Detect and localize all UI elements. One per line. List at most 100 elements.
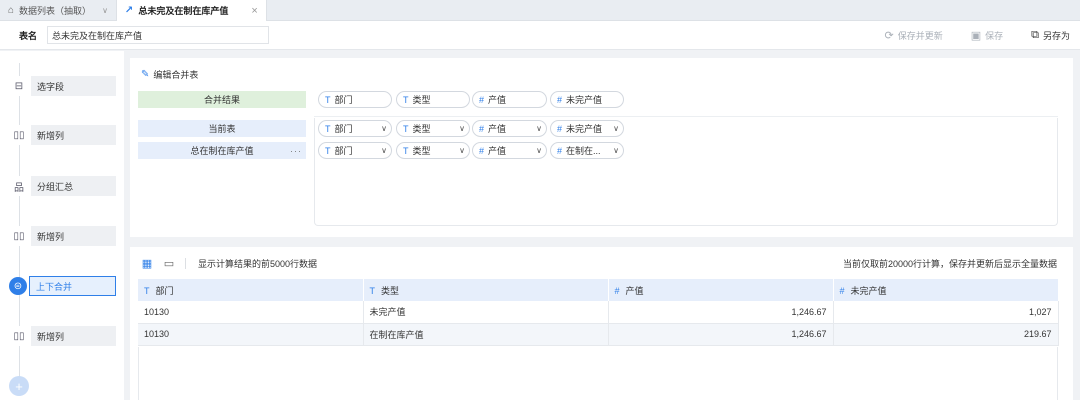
text-type-icon: T [403,123,409,134]
scrollbar[interactable] [1074,50,1080,400]
toolbar: ⟳ 保存并更新 ▣ 保存 ⧉ 另存为 [856,21,1070,50]
add-column-icon: ▯▯ [9,226,29,246]
divider [185,258,186,269]
number-type-icon: # [839,285,845,296]
add-step-button[interactable]: + [9,376,29,396]
number-type-icon: # [479,94,485,105]
field-select[interactable]: # 产值 ∨ [472,142,547,159]
data-preview-panel: ▦ ▭ 显示计算结果的前5000行数据 当前仅取前20000行计算，保存并更新后… [130,247,1073,400]
edit-merge-table-link[interactable]: ✎ 编辑合并表 [141,68,198,81]
text-type-icon: T [325,123,331,134]
field-select[interactable]: # 未完产值 ∨ [550,120,624,137]
field-select[interactable]: T 部门 ∨ [318,142,392,159]
merge-table-wip-stock[interactable]: 总在制在库产值 ··· [138,142,306,159]
preview-info: 显示计算结果的前5000行数据 [198,259,318,269]
save-update-icon: ⟳ [884,30,894,42]
table-row: 10130 未完产值 1,246.67 1,027 [138,301,1059,324]
table-cell: 10130 [138,323,364,346]
chevron-down-icon: ∨ [381,124,387,133]
chevron-down-icon: ∨ [381,146,387,155]
divider [314,116,1058,117]
step-add-column[interactable]: ▯▯ 新增列 [9,326,116,346]
column-header[interactable]: T 类型 [363,279,609,301]
table-view-icon[interactable]: ▦ [141,258,153,270]
field-select[interactable]: # 在制在... ∨ [550,142,624,159]
tab-current-table[interactable]: ↗ 总未完及在制在库产值 × [115,0,267,21]
preview-note: 当前仅取前20000行计算，保存并更新后显示全量数据 [842,259,1057,269]
step-label: 新增列 [31,226,116,246]
tab-bar: ⌂ 数据列表（抽取） ∨ ↗ 总未完及在制在库产值 × [0,0,1080,21]
result-field-chip: # 产值 [472,91,547,108]
merge-table-current[interactable]: 当前表 [138,120,306,137]
detail-view-icon[interactable]: ▭ [163,258,175,270]
field-select[interactable]: T 部门 ∨ [318,120,392,137]
select-field-icon: ⊟ [9,76,29,96]
preview-toolbar: ▦ ▭ 显示计算结果的前5000行数据 当前仅取前20000行计算，保存并更新后… [130,247,1073,280]
tab-label: 数据列表（抽取） [19,6,92,16]
text-type-icon: T [369,285,376,296]
tab-label: 总未完及在制在库产值 [138,6,229,16]
step-add-column[interactable]: ▯▯ 新增列 [9,125,116,145]
more-icon[interactable]: ··· [290,146,302,156]
merge-config-panel: ✎ 编辑合并表 合并结果 T 部门 T 类型 # 产值 # 未完产值 当前表 T… [130,58,1073,237]
pencil-icon: ✎ [141,69,150,80]
save-as-icon: ⧉ [1031,29,1039,41]
table-cell: 219.67 [833,323,1059,346]
merge-result-label: 合并结果 [138,91,306,108]
step-select-field[interactable]: ⊟ 选字段 [9,76,116,96]
chevron-down-icon[interactable]: ∨ [102,6,108,15]
field-select[interactable]: T 类型 ∨ [396,120,470,137]
table-name-input[interactable] [47,26,269,44]
result-field-chip: # 未完产值 [550,91,624,108]
result-field-chip: T 部门 [318,91,392,108]
close-icon[interactable]: × [251,5,257,17]
chevron-down-icon: ∨ [613,124,619,133]
table-name-bar: 表名 ⟳ 保存并更新 ▣ 保存 ⧉ 另存为 [0,21,1080,50]
result-field-chip: T 类型 [396,91,470,108]
tab-data-list[interactable]: ⌂ 数据列表（抽取） ∨ [0,0,116,21]
step-label: 新增列 [31,125,116,145]
chevron-down-icon: ∨ [536,124,542,133]
chevron-down-icon: ∨ [536,146,542,155]
table-row: 10130 在制在库产值 1,246.67 219.67 [138,323,1059,346]
step-label: 分组汇总 [31,176,116,196]
step-add-column[interactable]: ▯▯ 新增列 [9,226,116,246]
chevron-down-icon: ∨ [459,146,465,155]
number-type-icon: # [557,123,563,134]
plus-icon: + [15,378,23,394]
text-type-icon: T [144,285,150,296]
step-label: 选字段 [31,76,116,96]
text-type-icon: T [403,145,409,156]
step-label: 上下合并 [29,276,116,296]
column-header[interactable]: # 产值 [608,279,834,301]
field-select[interactable]: T 类型 ∨ [396,142,470,159]
save-icon: ▣ [970,30,982,42]
number-type-icon: # [614,285,620,296]
table-name-label: 表名 [19,30,38,41]
chevron-down-icon: ∨ [459,124,465,133]
field-select[interactable]: # 产值 ∨ [472,120,547,137]
number-type-icon: # [479,145,485,156]
save-as-button[interactable]: ⧉ 另存为 [1031,29,1070,42]
table-cell: 1,246.67 [608,301,834,324]
number-type-icon: # [479,123,485,134]
text-type-icon: T [325,145,331,156]
step-label: 新增列 [31,326,116,346]
text-type-icon: T [325,94,331,105]
table-cell: 1,246.67 [608,323,834,346]
column-header[interactable]: T 部门 [138,279,364,301]
preview-table: T 部门 T 类型 # 产值 # 未完产值 10130 未完产值 1,246.67 1,… [138,279,1059,346]
step-group-summary[interactable]: 品 分组汇总 [9,176,116,196]
home-icon: ⌂ [8,5,15,16]
column-header[interactable]: # 未完产值 [833,279,1059,301]
text-type-icon: T [403,94,409,105]
add-column-icon: ▯▯ [9,326,29,346]
number-type-icon: # [557,145,563,156]
step-sidebar: ⊟ 选字段 ▯▯ 新增列 品 分组汇总 ▯▯ 新增列 ⊜ 上下合并 ▯▯ 新增列… [0,51,124,400]
step-union[interactable]: ⊜ 上下合并 [9,276,116,296]
table-cell: 10130 [138,301,364,324]
table-cell: 1,027 [833,301,1059,324]
number-type-icon: # [557,94,563,105]
save-and-update-button[interactable]: ⟳ 保存并更新 [884,29,942,42]
save-button[interactable]: ▣ 保存 [971,29,1003,42]
